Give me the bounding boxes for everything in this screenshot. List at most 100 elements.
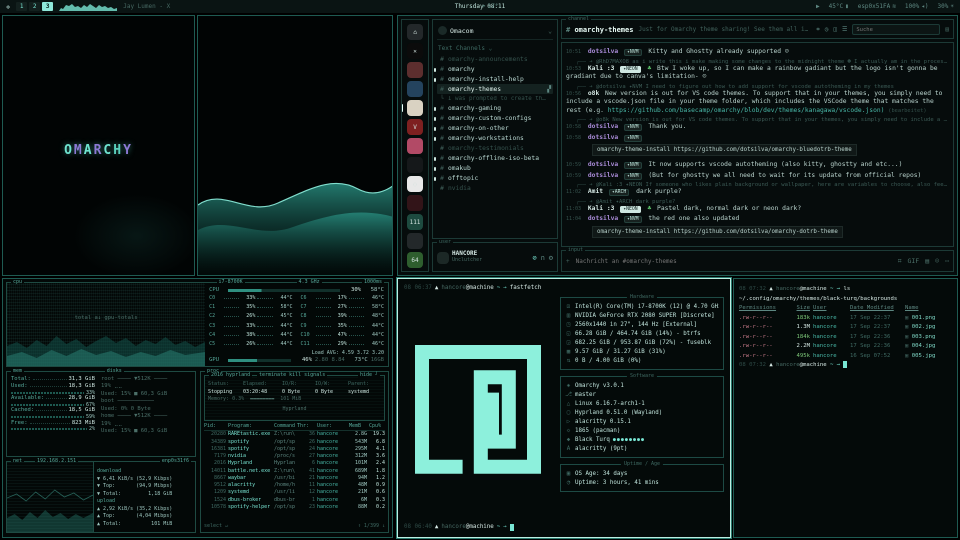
workspace-button[interactable]: 2 — [29, 2, 40, 11]
chat-message[interactable]: 10:51 dotsilva ✦NVM Kitty and Ghostty al… — [566, 48, 949, 57]
search-input[interactable] — [852, 24, 940, 35]
server-icon[interactable]: ◌ — [407, 176, 423, 192]
workspace-button[interactable]: 3 — [42, 2, 53, 11]
server-icon[interactable]: 64 — [407, 252, 423, 268]
detail-menu[interactable]: terminate kill signals — [257, 372, 327, 380]
channel-item[interactable]: # omakub — [437, 163, 553, 173]
status-item[interactable]: ▶ — [814, 3, 820, 10]
channel-item[interactable]: # omarchy-gaming — [437, 103, 553, 113]
threads-icon[interactable]: ⌗ — [816, 26, 819, 34]
attach-plus-icon[interactable]: + — [566, 258, 570, 265]
message-author[interactable]: dotsilva — [588, 161, 618, 168]
file-name[interactable]: 002.jpg — [905, 323, 952, 333]
process-row[interactable]: 20280 RAREtastic.exe Z:\run\media\game 3… — [204, 431, 385, 438]
process-row[interactable]: 16381 spotify /opt/spotify/spot 24 hanco… — [204, 446, 385, 453]
file-name[interactable]: 005.jpg — [905, 352, 952, 362]
channel-item[interactable]: # offtopic — [437, 173, 553, 183]
omarchy-menu-icon[interactable]: ❖ — [6, 3, 10, 11]
inbox-icon[interactable]: ▤ — [945, 26, 949, 33]
server-icon[interactable]: ✕ — [407, 43, 423, 59]
channel-item[interactable]: # nvidia — [437, 183, 553, 193]
process-row[interactable]: 14011 battle.net.exe Z:\run\media\game 4… — [204, 468, 385, 475]
server-icon[interactable] — [407, 81, 423, 97]
notifications-icon[interactable]: ◷ — [825, 26, 829, 34]
channel-item[interactable]: # omarchy-on-other — [437, 123, 553, 133]
message-input[interactable] — [576, 258, 892, 265]
workspace-button[interactable]: 1 — [16, 2, 27, 11]
server-icon[interactable]: V — [407, 119, 423, 135]
headphones-icon[interactable]: ∩ — [541, 254, 545, 262]
members-icon[interactable]: ☰ — [842, 26, 847, 34]
message-author[interactable]: o8k — [588, 90, 599, 97]
message-author[interactable]: Kali :3 — [588, 205, 615, 212]
mic-mute-icon[interactable]: ⊘ — [532, 254, 536, 262]
channel-item[interactable]: # omarchy-themes — [437, 84, 553, 94]
chat-message[interactable]: @dotsilva ✦NVM I need to figure out how … — [566, 84, 949, 116]
process-row[interactable]: 34389 spotify /opt/spotify/spot 26 hanco… — [204, 439, 385, 446]
server-icon[interactable]: ⌂ — [407, 24, 423, 40]
channel-item[interactable]: # omarchy — [437, 64, 553, 74]
chat-message[interactable]: @RhD7MAXO8 as i write this i make making… — [566, 59, 949, 82]
channel-item[interactable]: # omarchy-announcements — [437, 54, 553, 64]
server-icon[interactable] — [407, 138, 423, 154]
status-item[interactable]: esp0x51FA ≋ — [858, 3, 896, 10]
gif-icon[interactable]: GIF — [907, 257, 919, 266]
code-block[interactable]: omarchy-theme-install https://github.com… — [592, 144, 857, 156]
channel-item[interactable]: # omarchy-install-help — [437, 74, 553, 84]
process-row[interactable]: 1524 dbus-broker dbus-broker --log 1 han… — [204, 497, 385, 504]
message-author[interactable]: dotsilva — [588, 215, 618, 222]
process-header[interactable]: Pid:Program:Command:Thr:User:MemBCpu% — [204, 423, 385, 431]
media-title[interactable]: Jay Lumen - X — [123, 3, 170, 10]
avatar[interactable] — [437, 252, 449, 264]
server-icon[interactable] — [407, 271, 423, 272]
process-row[interactable]: 9512 alacritty /home/hancore/.la 11 hanc… — [204, 482, 385, 489]
category-header[interactable]: Text Channels — [437, 43, 553, 54]
chat-message[interactable]: 11:04 dotsilva ✦NVM the red one also upd… — [566, 215, 949, 241]
process-row[interactable]: 10578 spotify-helper /opt/spotify/spot 2… — [204, 504, 385, 511]
prompt-line[interactable]: 08 07:32 ▲ hancore@machine ~ → — [739, 361, 952, 371]
emoji-icon[interactable]: ☺ — [935, 257, 939, 266]
channel-item[interactable]: # omarchy-custom-configs — [437, 113, 553, 123]
status-item[interactable]: 45°C ▮ — [829, 3, 849, 10]
server-icon[interactable] — [407, 62, 423, 78]
pinned-icon[interactable]: ◫ — [833, 26, 837, 34]
process-row[interactable]: 7179 nvidia /proc/self/exe -- 27 hancore… — [204, 453, 385, 460]
server-icon[interactable] — [407, 233, 423, 249]
chat-message[interactable]: 10:58 dotsilva ✦NVM omarchy-theme-instal… — [566, 134, 949, 160]
gift-icon[interactable]: ⌗ — [898, 257, 902, 266]
message-author[interactable]: Amit — [588, 188, 603, 195]
chat-message[interactable]: @Amit ✦ARCH dark purple? 11:03 Kali :3 ✦… — [566, 199, 949, 214]
chat-message[interactable]: @Kali :3 ✦NEON If someone who likes plai… — [566, 182, 949, 197]
message-author[interactable]: dotsilva — [588, 172, 618, 179]
message-link[interactable]: https://github.com/basecamp/omarchy/blob… — [608, 107, 885, 114]
message-author[interactable]: dotsilva — [588, 134, 618, 141]
server-icon[interactable]: 111 — [407, 214, 423, 230]
status-item[interactable]: 100% ◂) — [905, 3, 929, 10]
message-author[interactable]: dotsilva — [588, 48, 618, 55]
chat-message[interactable]: 10:59 dotsilva ✦NVM It now supports vsco… — [566, 161, 949, 170]
sticker-icon[interactable]: ▤ — [925, 257, 929, 266]
channel-item[interactable]: # omarchy-offline-iso-beta — [437, 153, 553, 163]
server-icon[interactable] — [407, 157, 423, 173]
process-row[interactable]: 8667 waybar /usr/bin/waybar 21 hancore 9… — [204, 475, 385, 482]
code-block[interactable]: omarchy-theme-install https://github.com… — [592, 226, 843, 238]
message-author[interactable]: dotsilva — [588, 123, 618, 130]
settings-gear-icon[interactable]: ⚙ — [549, 254, 553, 262]
chat-message[interactable]: 10:59 dotsilva ✦NVM (But for ghostty we … — [566, 172, 949, 181]
detail-hide[interactable]: hide ┘ — [358, 372, 380, 380]
server-icon[interactable] — [407, 195, 423, 211]
channel-item[interactable]: └ I was prompted to create th… — [437, 94, 553, 103]
channel-item[interactable]: # omarchy-workstations — [437, 133, 553, 143]
process-row[interactable]: 2016 Hyprland Hyprland 6 hancore 101M 2.… — [204, 460, 385, 467]
channel-item[interactable]: # omarchy-testimonials — [437, 143, 553, 153]
file-name[interactable]: 001.png — [905, 314, 952, 324]
message-author[interactable]: Kali :3 — [588, 65, 615, 72]
server-header[interactable]: Omacom — [437, 24, 553, 40]
server-icon[interactable] — [407, 100, 423, 116]
process-row[interactable]: 1209 systemd /usr/lib/systemd/ 12 hancor… — [204, 489, 385, 496]
prompt-line[interactable]: 08 06:40 ▲ hancore@machine ~ → — [404, 523, 724, 532]
file-name[interactable]: 003.png — [905, 333, 952, 343]
status-item[interactable]: 30% ☀ — [938, 3, 954, 10]
chat-message[interactable]: @o8k New version is out for VS code them… — [566, 117, 949, 132]
more-icon[interactable]: ⋯ — [945, 257, 949, 266]
